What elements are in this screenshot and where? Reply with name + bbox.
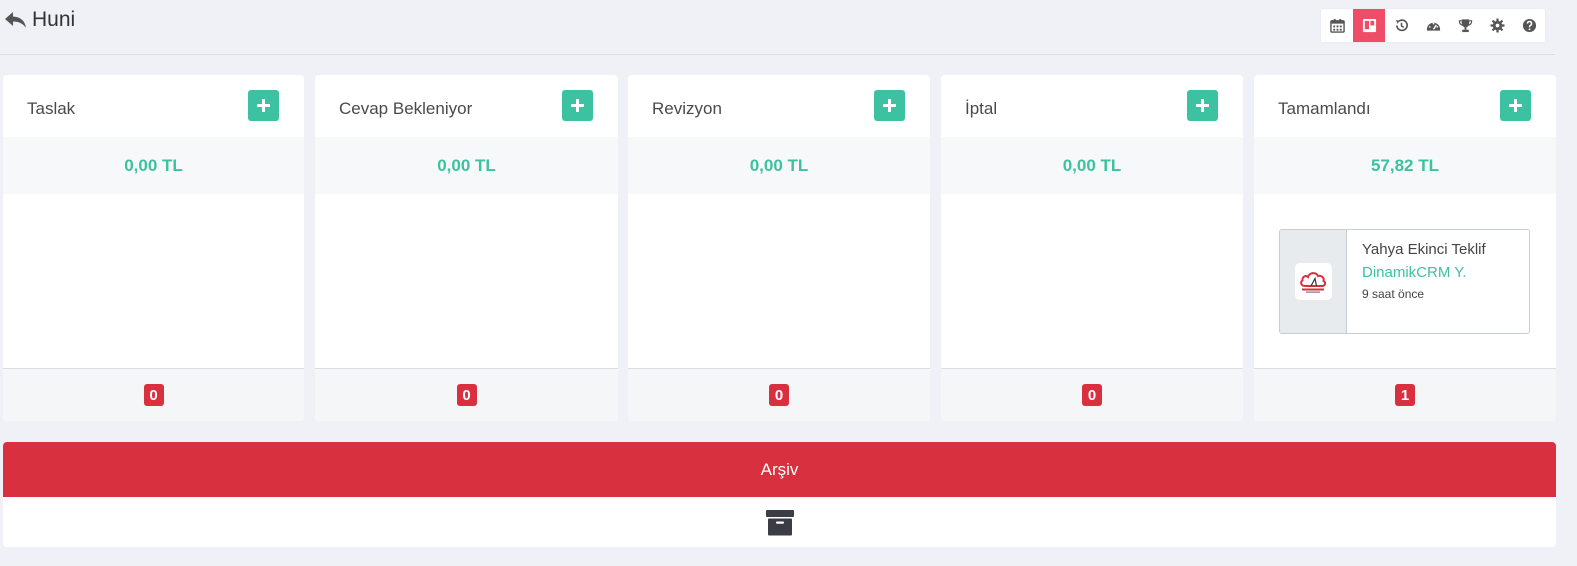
column-body: Yahya Ekinci Teklif DinamikCRM Y. 9 saat…: [1254, 194, 1556, 368]
trophy-icon: [1458, 19, 1472, 33]
pipeline-column-cevap-bekleniyor: Cevap Bekleniyor 0,00 TL 0: [315, 75, 618, 421]
add-item-button[interactable]: [562, 90, 593, 121]
add-item-button[interactable]: [1500, 90, 1531, 121]
history-view-button[interactable]: [1385, 9, 1417, 42]
pipeline-column-revizyon: Revizyon 0,00 TL 0: [628, 75, 930, 421]
column-footer: 0: [941, 368, 1243, 421]
kanban-icon: [1362, 18, 1376, 33]
page-header: Huni: [0, 0, 1577, 56]
pipeline-board: Taslak 0,00 TL 0 Cevap Bekleniyor 0,00 T…: [3, 75, 1556, 421]
archive-box-icon[interactable]: [766, 510, 794, 536]
column-title: Cevap Bekleniyor: [339, 99, 473, 118]
card-title: Yahya Ekinci Teklif: [1362, 241, 1486, 258]
add-item-button[interactable]: [1187, 90, 1218, 121]
column-total: 0,00 TL: [941, 137, 1243, 194]
add-item-button[interactable]: [874, 90, 905, 121]
help-button[interactable]: [1513, 9, 1545, 42]
plus-icon: [257, 99, 270, 112]
page-title: Huni: [32, 8, 76, 31]
help-icon: [1522, 18, 1536, 33]
count-badge: 0: [769, 384, 789, 406]
count-badge: 0: [143, 384, 164, 406]
deal-card[interactable]: Yahya Ekinci Teklif DinamikCRM Y. 9 saat…: [1279, 229, 1530, 334]
card-company-link[interactable]: DinamikCRM Y.: [1362, 264, 1486, 281]
column-title: Revizyon: [652, 99, 722, 118]
column-header: Revizyon: [628, 75, 930, 137]
column-footer: 0: [628, 368, 930, 421]
column-footer: 1: [1254, 368, 1556, 421]
add-item-button[interactable]: [248, 90, 279, 121]
column-footer: 0: [315, 368, 618, 421]
pipeline-column-iptal: İptal 0,00 TL 0: [941, 75, 1243, 421]
view-toolbar: [1321, 9, 1545, 42]
column-title: Tamamlandı: [1278, 99, 1371, 118]
dashboard-view-button[interactable]: [1417, 9, 1449, 42]
column-total: 57,82 TL: [1254, 137, 1556, 194]
column-body: [315, 194, 618, 368]
gear-icon: [1489, 18, 1505, 33]
dashboard-icon: [1426, 22, 1440, 31]
column-title: İptal: [965, 99, 998, 118]
card-logo-area: [1280, 230, 1347, 333]
count-badge: 0: [456, 384, 477, 406]
card-timestamp: 9 saat önce: [1362, 287, 1425, 301]
archive-button[interactable]: Arşiv: [3, 442, 1556, 497]
plus-icon: [571, 99, 584, 112]
pipeline-column-taslak: Taslak 0,00 TL 0: [3, 75, 304, 421]
column-header: Taslak: [3, 75, 304, 137]
archive-panel: Arşiv: [3, 442, 1556, 547]
plus-icon: [1196, 99, 1209, 112]
column-header: Cevap Bekleniyor: [315, 75, 618, 137]
history-icon: [1395, 19, 1408, 32]
plus-icon: [883, 99, 896, 112]
goals-view-button[interactable]: [1449, 9, 1481, 42]
plus-icon: [1509, 99, 1522, 112]
header-divider: [0, 54, 1555, 55]
reply-arrow-icon: [5, 12, 26, 28]
count-badge: 0: [1082, 384, 1102, 406]
column-total: 0,00 TL: [315, 137, 618, 194]
company-logo: [1294, 263, 1332, 300]
back-button[interactable]: Huni: [4, 8, 75, 32]
column-body: [3, 194, 304, 368]
pipeline-column-tamamlandi: Tamamlandı 57,82 TL Yahya Ekinci Teklif …: [1254, 75, 1556, 421]
column-header: İptal: [941, 75, 1243, 137]
calendar-icon: [1329, 18, 1345, 33]
column-header: Tamamlandı: [1254, 75, 1556, 137]
column-body: [941, 194, 1243, 368]
cloud-logo-icon: [1300, 271, 1327, 293]
settings-button[interactable]: [1481, 9, 1513, 42]
column-total: 0,00 TL: [3, 137, 304, 194]
column-total: 0,00 TL: [628, 137, 930, 194]
column-title: Taslak: [27, 99, 76, 118]
card-text: Yahya Ekinci Teklif DinamikCRM Y. 9 saat…: [1347, 230, 1486, 333]
kanban-view-button[interactable]: [1353, 9, 1385, 42]
column-body: [628, 194, 930, 368]
calendar-view-button[interactable]: [1321, 9, 1353, 42]
count-badge: 1: [1395, 384, 1415, 406]
column-footer: 0: [3, 368, 304, 421]
